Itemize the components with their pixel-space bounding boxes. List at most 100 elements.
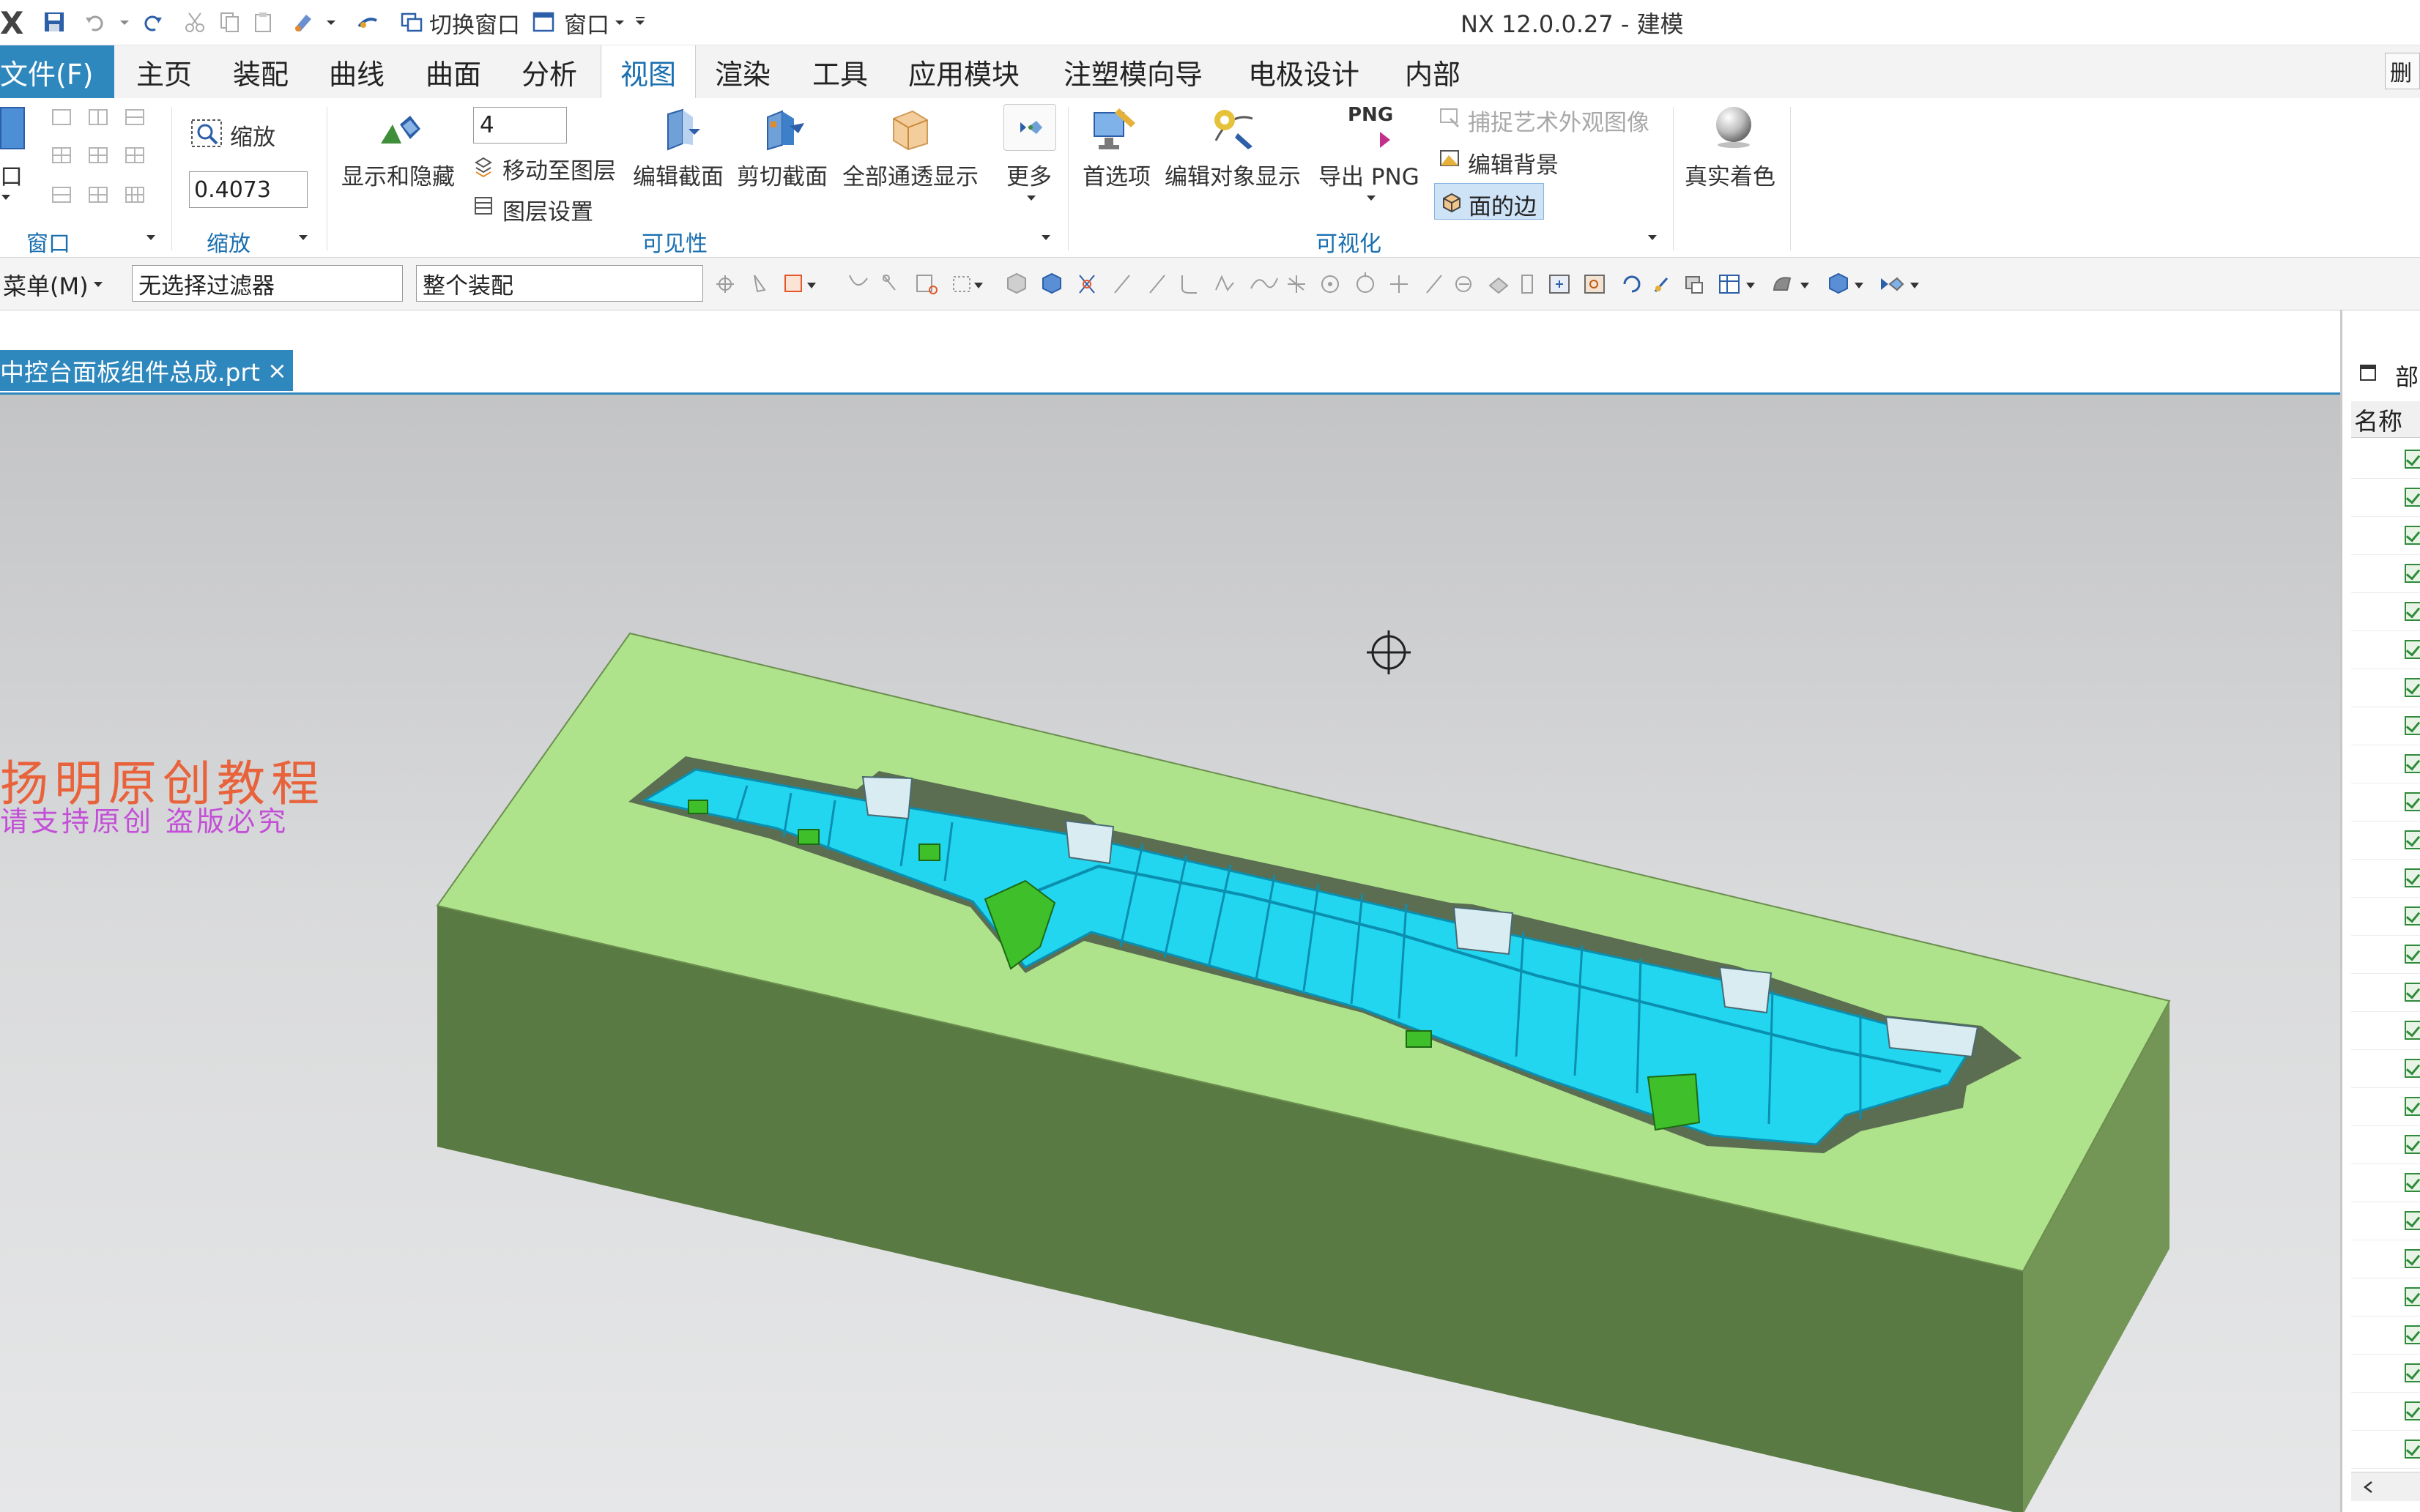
- window-layout-grid-icon[interactable]: [51, 108, 161, 211]
- visibility-checkbox[interactable]: [2405, 488, 2420, 507]
- more-button[interactable]: 更多: [1006, 158, 1052, 191]
- edit-section-icon[interactable]: [658, 107, 703, 152]
- undo-icon[interactable]: [83, 10, 107, 34]
- more-button-frame[interactable]: [1003, 104, 1056, 151]
- switch-window-button[interactable]: 切换窗口: [429, 0, 520, 45]
- repeat-command-icon[interactable]: [292, 10, 315, 34]
- graphics-viewport[interactable]: 扬明原创教程 请支持原创 盗版必究: [0, 392, 2340, 1512]
- endpoint-snap-icon[interactable]: [1149, 275, 1165, 294]
- edit-object-display-button[interactable]: 编辑对象显示: [1165, 158, 1301, 191]
- snap-all-icon[interactable]: [1079, 275, 1095, 294]
- visibility-checkbox[interactable]: [2405, 1287, 2420, 1306]
- pan-view-icon[interactable]: [1654, 278, 1669, 292]
- layer-settings-icon[interactable]: [473, 195, 494, 217]
- navigator-row[interactable]: [2351, 1126, 2420, 1164]
- existing-point-snap-icon[interactable]: [1390, 275, 1408, 293]
- midpoint-snap-icon[interactable]: [1181, 275, 1197, 294]
- touch-mode-icon[interactable]: [356, 10, 379, 34]
- navigator-row[interactable]: [2351, 669, 2420, 707]
- true-shading-icon[interactable]: [1711, 104, 1756, 149]
- snap-point-icon[interactable]: [716, 275, 734, 293]
- edit-section-button[interactable]: 编辑截面: [633, 158, 724, 191]
- tab-render[interactable]: 渲染: [715, 45, 771, 98]
- scroll-left-icon[interactable]: [2361, 1480, 2376, 1494]
- navigator-row[interactable]: [2351, 936, 2420, 974]
- export-png-dropdown-icon[interactable]: [1365, 193, 1377, 204]
- visibility-checkbox[interactable]: [2405, 1059, 2420, 1078]
- true-shading-button[interactable]: 真实着色: [1685, 158, 1775, 191]
- visibility-checkbox[interactable]: [2405, 1440, 2420, 1459]
- rotate-view-icon[interactable]: [1623, 275, 1641, 293]
- shaded-box-icon[interactable]: [1007, 272, 1026, 294]
- visibility-checkbox[interactable]: [2405, 602, 2420, 621]
- edit-background-button[interactable]: 编辑背景: [1468, 146, 1559, 179]
- navigator-row[interactable]: [2351, 1278, 2420, 1317]
- window-button[interactable]: 口: [0, 158, 23, 191]
- navigator-row[interactable]: [2351, 1355, 2420, 1393]
- export-png-button[interactable]: 导出 PNG: [1318, 158, 1419, 191]
- edit-background-icon[interactable]: [1439, 148, 1460, 170]
- clip-section-icon[interactable]: [760, 107, 809, 152]
- save-icon[interactable]: [42, 10, 66, 34]
- navigator-row[interactable]: [2351, 555, 2420, 593]
- visibility-checkbox[interactable]: [2405, 716, 2420, 735]
- point-on-face-snap-icon[interactable]: [1455, 276, 1471, 292]
- show-hide-icon[interactable]: [376, 110, 425, 151]
- orient-view-icon[interactable]: [1685, 276, 1703, 294]
- select-region-dropdown-icon[interactable]: [807, 283, 816, 288]
- zoom-group-expand-icon[interactable]: [297, 233, 309, 243]
- visibility-checkbox[interactable]: [2405, 1173, 2420, 1192]
- navigator-row[interactable]: [2351, 1240, 2420, 1278]
- visibility-checkbox[interactable]: [2405, 1135, 2420, 1154]
- horizontal-scrollbar[interactable]: [2351, 1472, 2420, 1501]
- visibility-checkbox[interactable]: [2405, 678, 2420, 697]
- navigator-row[interactable]: [2351, 860, 2420, 898]
- select-region-icon[interactable]: [784, 275, 802, 292]
- tab-application[interactable]: 应用模块: [908, 45, 1020, 98]
- customize-qat-icon[interactable]: [633, 10, 647, 34]
- shaded-cube-icon[interactable]: [1829, 272, 1848, 294]
- window-group-expand-icon[interactable]: [145, 233, 157, 243]
- navigator-row[interactable]: [2351, 707, 2420, 745]
- tab-internal[interactable]: 内部: [1405, 45, 1460, 98]
- visibility-checkbox[interactable]: [2405, 830, 2420, 849]
- main-menu-button[interactable]: 菜单(M): [3, 268, 89, 302]
- window-button-dropdown-icon[interactable]: [0, 192, 12, 204]
- visibility-group-expand-icon[interactable]: [1040, 233, 1052, 243]
- navigator-row[interactable]: [2351, 1012, 2420, 1050]
- repeat-dropdown-icon[interactable]: [324, 10, 338, 34]
- rectangle-select-icon[interactable]: [953, 276, 970, 292]
- visibility-checkbox[interactable]: [2405, 640, 2420, 659]
- tab-view[interactable]: 视图: [601, 45, 696, 98]
- zoom-scale-input[interactable]: 0.4073: [189, 171, 308, 208]
- visibility-checkbox[interactable]: [2405, 1097, 2420, 1116]
- view-triad-dropdown-icon[interactable]: [1910, 283, 1919, 288]
- fit-view-icon[interactable]: [1549, 275, 1570, 294]
- tab-assembly[interactable]: 装配: [233, 45, 289, 98]
- tab-surface[interactable]: 曲面: [426, 45, 481, 98]
- visualization-group-expand-icon[interactable]: [1647, 233, 1658, 243]
- bounded-grid-snap-icon[interactable]: [1488, 277, 1509, 294]
- point-on-curve-snap-icon[interactable]: [1426, 275, 1442, 294]
- preferences-icon[interactable]: [1090, 105, 1141, 154]
- visibility-checkbox[interactable]: [2405, 1401, 2420, 1420]
- paste-icon[interactable]: [252, 10, 275, 34]
- window-layout-icon[interactable]: [0, 107, 25, 149]
- navigator-row[interactable]: [2351, 1088, 2420, 1126]
- visibility-checkbox[interactable]: [2405, 754, 2420, 773]
- layer-settings-button[interactable]: 图层设置: [502, 193, 593, 226]
- navigator-row[interactable]: [2351, 1431, 2420, 1469]
- navigator-row[interactable]: [2351, 1050, 2420, 1088]
- navigator-row[interactable]: [2351, 1202, 2420, 1240]
- visibility-checkbox[interactable]: [2405, 526, 2420, 545]
- tab-mold-wizard[interactable]: 注塑模向导: [1064, 45, 1203, 98]
- edge-display-icon[interactable]: [1773, 277, 1792, 291]
- main-menu-dropdown-icon[interactable]: [92, 280, 104, 290]
- visibility-checkbox[interactable]: [2405, 1249, 2420, 1268]
- control-point-snap-icon[interactable]: [1215, 275, 1234, 291]
- curve-rule-icon[interactable]: [849, 275, 868, 286]
- window-menu[interactable]: 窗口: [564, 0, 609, 45]
- copy-icon[interactable]: [218, 10, 242, 34]
- selection-scope-select[interactable]: 整个装配: [416, 265, 703, 302]
- visibility-checkbox[interactable]: [2405, 906, 2420, 926]
